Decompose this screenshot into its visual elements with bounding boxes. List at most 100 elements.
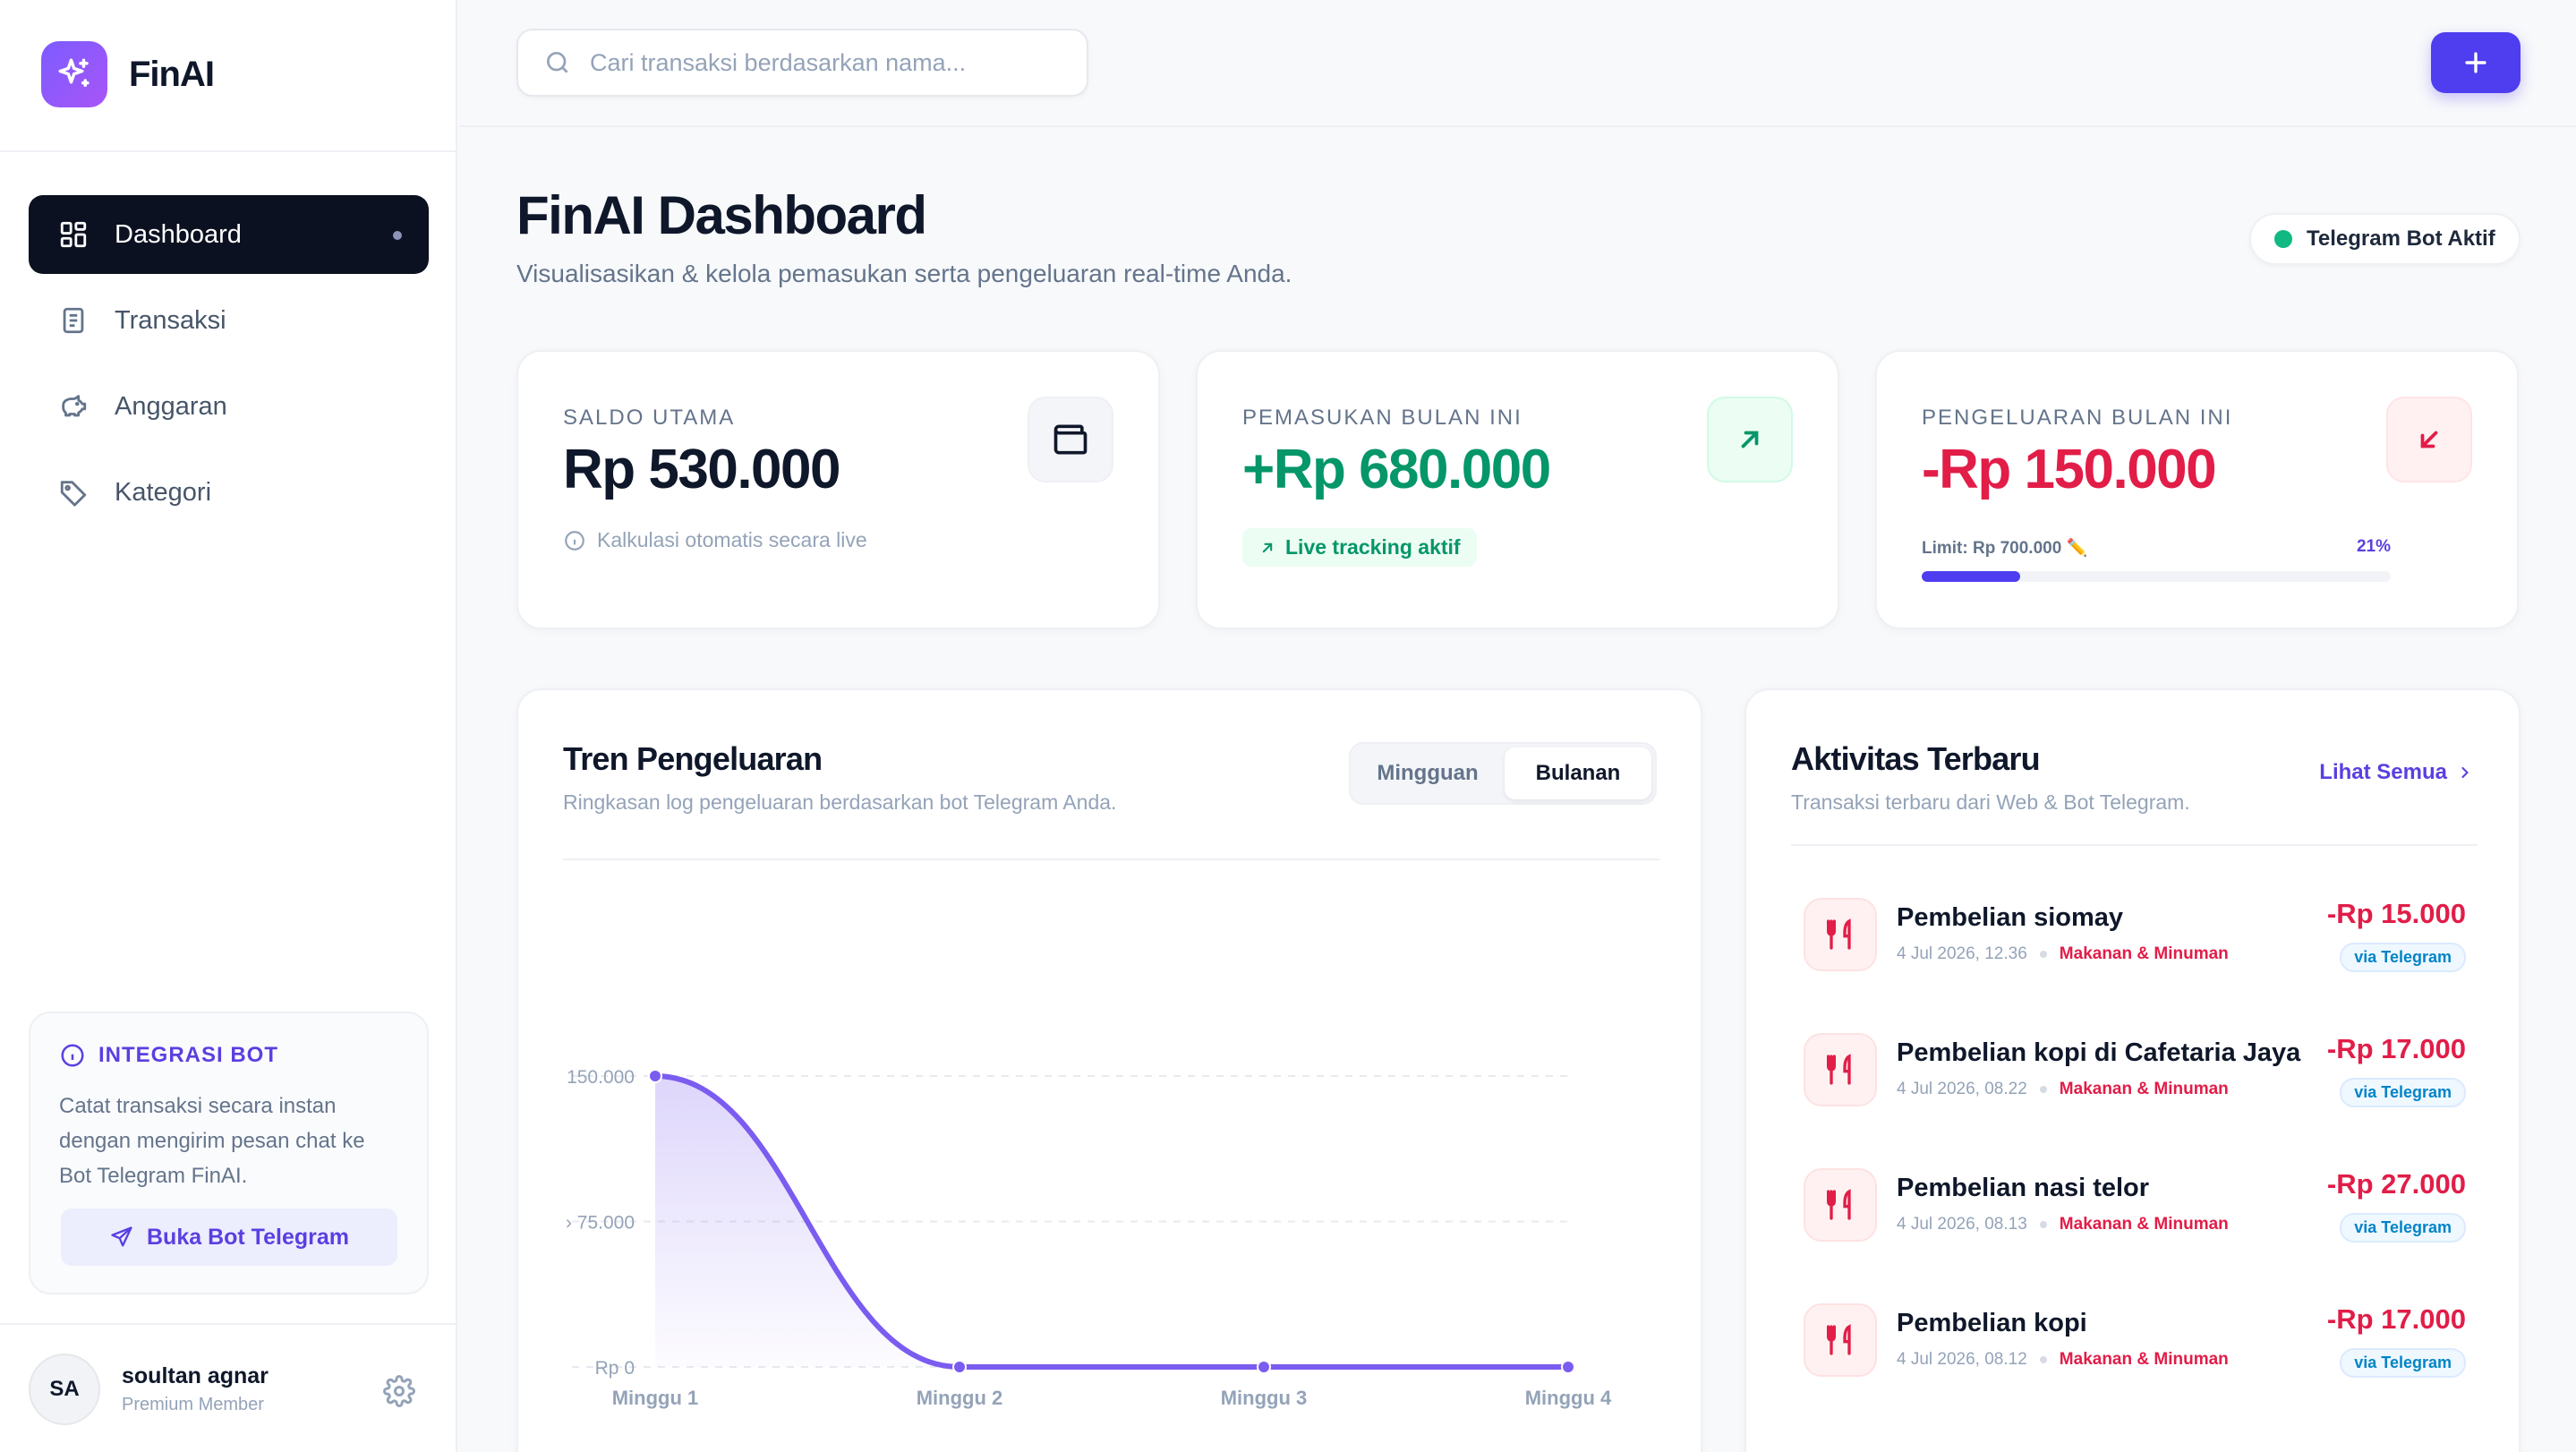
activity-category: Makanan & Minuman xyxy=(2059,1080,2229,1098)
activity-meta: 4 Jul 2026, 12.36 Makanan & Minuman xyxy=(1897,944,2229,964)
toggle-monthly[interactable]: Bulanan xyxy=(1505,747,1651,799)
budget-limit-text[interactable]: Limit: Rp 700.000 ✏️ xyxy=(1922,537,2087,559)
x-tick-label: Minggu 2 xyxy=(917,1387,1003,1409)
x-tick-label: Minggu 1 xyxy=(612,1387,699,1409)
activity-date: 4 Jul 2026, 08.22 xyxy=(1897,1080,2027,1098)
separator-dot xyxy=(2039,1356,2047,1363)
budget-progress-fill xyxy=(1922,571,2021,582)
add-transaction-button[interactable] xyxy=(2431,32,2521,93)
sidebar-item-kategori[interactable]: Kategori xyxy=(29,453,429,532)
spending-trend-card: 150.000 › 75.000 Rp 0 Minggu 1 Minggu 2 Mingg… xyxy=(516,688,1702,1452)
sidebar-item-dashboard[interactable]: Dashboard xyxy=(29,195,429,274)
x-tick-label: Minggu 4 xyxy=(1525,1387,1612,1409)
wallet-icon xyxy=(1028,397,1113,483)
income-card: PEMASUKAN BULAN INI +Rp 680.000 Live tra… xyxy=(1196,350,1839,629)
bot-card-title: INTEGRASI BOT xyxy=(59,1042,398,1069)
status-text: Telegram Bot Aktif xyxy=(2307,226,2495,251)
activity-meta: 4 Jul 2026, 08.12 Makanan & Minuman xyxy=(1897,1350,2229,1370)
y-tick-label: 150.000 xyxy=(567,1067,635,1088)
user-role: Premium Member xyxy=(122,1395,264,1414)
search-box[interactable] xyxy=(516,29,1088,97)
page-title: FinAI Dashboard xyxy=(516,185,927,245)
sparkles-icon xyxy=(41,41,107,107)
activity-category: Makanan & Minuman xyxy=(2059,1350,2229,1369)
activity-name: Pembelian siomay xyxy=(1897,903,2124,932)
tag-icon xyxy=(57,476,90,508)
activity-amount: -Rp 15.000 xyxy=(2326,898,2466,929)
brand-name: FinAI xyxy=(129,54,215,94)
separator-dot xyxy=(2039,951,2047,958)
source-badge: via Telegram xyxy=(2340,1348,2466,1378)
chevron-right-icon xyxy=(2461,766,2469,779)
sidebar-item-label: Kategori xyxy=(115,477,212,507)
activity-name: Pembelian nasi telor xyxy=(1897,1174,2150,1202)
page-subtitle: Visualisasikan & kelola pemasukan serta … xyxy=(516,260,1292,287)
source-badge: via Telegram xyxy=(2340,1078,2466,1107)
y-tick-label: › 75.000 xyxy=(566,1213,635,1234)
list-item[interactable]: Pembelian siomay 4 Jul 2026, 12.36 Makan… xyxy=(1804,898,2466,1033)
piggy-bank-icon xyxy=(57,390,90,423)
activity-name: Pembelian kopi xyxy=(1897,1309,2087,1337)
user-profile[interactable]: SA soultan agnar Premium Member xyxy=(29,1354,269,1425)
list-item[interactable]: Pembelian kopi 4 Jul 2026, 08.12 Makanan… xyxy=(1804,1303,2466,1439)
avatar: SA xyxy=(29,1354,100,1425)
activity-meta: 4 Jul 2026, 08.22 Makanan & Minuman xyxy=(1897,1080,2229,1099)
open-telegram-bot-button[interactable]: Buka Bot Telegram xyxy=(61,1209,397,1266)
search-input[interactable] xyxy=(590,48,1073,77)
sidebar-item-label: Dashboard xyxy=(115,219,242,249)
chart-point xyxy=(952,1360,967,1374)
info-icon xyxy=(61,1044,84,1067)
bot-integration-card: INTEGRASI BOT Catat transaksi secara ins… xyxy=(29,1012,429,1294)
sidebar-item-label: Anggaran xyxy=(115,391,227,421)
brand[interactable]: FinAI xyxy=(41,41,215,107)
divider xyxy=(1791,844,2478,846)
live-tracking-badge: Live tracking aktif xyxy=(1242,528,1477,567)
budget-limit-row: Limit: Rp 700.000 ✏️ 21% xyxy=(1922,537,2391,559)
budget-limit-percent: 21% xyxy=(2356,537,2391,556)
divider xyxy=(0,1323,457,1325)
recent-activity-card: Aktivitas Terbaru Transaksi terbaru dari… xyxy=(1744,688,2521,1452)
toggle-weekly[interactable]: Mingguan xyxy=(1354,747,1501,799)
activity-name: Pembelian kopi di Cafetaria Jaya xyxy=(1897,1038,2301,1067)
activity-category: Makanan & Minuman xyxy=(2059,1215,2229,1234)
activity-list: Pembelian siomay 4 Jul 2026, 12.36 Makan… xyxy=(1804,898,2466,1439)
activity-category: Makanan & Minuman xyxy=(2059,944,2229,963)
active-indicator xyxy=(393,231,402,240)
source-badge: via Telegram xyxy=(2340,943,2466,972)
utensils-icon xyxy=(1804,1168,1877,1242)
send-icon xyxy=(111,1226,132,1247)
utensils-icon xyxy=(1804,1303,1877,1377)
activity-amount: -Rp 17.000 xyxy=(2326,1303,2466,1335)
budget-progress-bar xyxy=(1922,571,2391,582)
see-all-label: Lihat Semua xyxy=(2319,760,2447,784)
live-tracking-text: Live tracking aktif xyxy=(1285,535,1461,559)
sidebar-item-label: Transaksi xyxy=(115,305,226,335)
see-all-link[interactable]: Lihat Semua xyxy=(2319,760,2474,785)
arrow-up-right-icon xyxy=(1262,542,1273,552)
utensils-icon xyxy=(1804,1033,1877,1106)
divider xyxy=(563,858,1659,860)
activity-subtitle: Transaksi terbaru dari Web & Bot Telegra… xyxy=(1791,790,2190,814)
y-tick-label: Rp 0 xyxy=(595,1358,635,1379)
list-item[interactable]: Pembelian kopi di Cafetaria Jaya 4 Jul 2… xyxy=(1804,1033,2466,1168)
bot-card-description: Catat transaksi secara instan dengan men… xyxy=(59,1094,365,1188)
sidebar-item-transaksi[interactable]: Transaksi xyxy=(29,281,429,360)
divider xyxy=(0,150,457,152)
plus-icon xyxy=(2465,52,2486,73)
period-toggle: Mingguan Bulanan xyxy=(1349,742,1657,805)
search-icon xyxy=(547,52,568,73)
chart-point xyxy=(1257,1360,1271,1374)
arrow-down-left-icon xyxy=(2386,397,2472,483)
sidebar-item-anggaran[interactable]: Anggaran xyxy=(29,367,429,446)
activity-date: 4 Jul 2026, 08.12 xyxy=(1897,1350,2027,1369)
utensils-icon xyxy=(1804,898,1877,971)
user-name: soultan agnar xyxy=(122,1363,269,1388)
gear-icon[interactable] xyxy=(383,1375,415,1407)
stat-note: Kalkulasi otomatis secara live xyxy=(563,528,1113,552)
stat-note-text: Kalkulasi otomatis secara live xyxy=(597,528,867,551)
separator-dot xyxy=(2039,1086,2047,1093)
separator-dot xyxy=(2039,1221,2047,1228)
bot-card-title-text: INTEGRASI BOT xyxy=(98,1043,279,1067)
sidebar-nav: Dashboard Transaksi Anggaran Kategori xyxy=(29,195,429,539)
list-item[interactable]: Pembelian nasi telor 4 Jul 2026, 08.13 M… xyxy=(1804,1168,2466,1303)
